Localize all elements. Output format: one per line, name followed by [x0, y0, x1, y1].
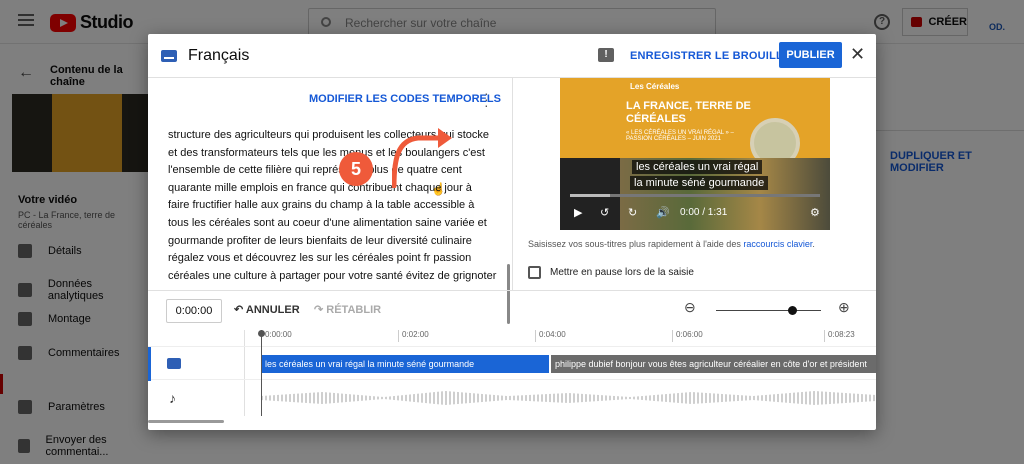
subtitle-segment[interactable]: philippe dubief bonjour vous êtes agricu… [551, 355, 876, 373]
play-icon[interactable]: ▶ [574, 206, 582, 219]
dialog-title: Français [188, 47, 250, 64]
video-time: 0:00 / 1:31 [680, 207, 728, 218]
redo-label: RÉTABLIR [326, 304, 382, 316]
shortcuts-link[interactable]: raccourcis clavier [743, 239, 812, 249]
video-progress-bar[interactable] [570, 194, 820, 197]
ruler-tick: 0:06:00 [672, 330, 703, 342]
transcript-line: gourmande profiter de leurs bienfaits de… [168, 234, 472, 247]
pointer-arrow [392, 128, 452, 188]
panel-divider [512, 78, 513, 290]
audio-waveform [261, 391, 876, 405]
zoom-in-icon[interactable]: ⊕ [838, 299, 850, 316]
more-options-icon[interactable]: · · · [484, 86, 489, 112]
undo-icon: ↶ [234, 304, 246, 316]
ruler-tick: 0:00:00 [261, 330, 292, 342]
dialog-header: Français ! ENREGISTRER LE BROUILLON PUBL… [148, 34, 876, 78]
pause-while-typing-checkbox[interactable] [528, 266, 541, 279]
subtitle-editor-dialog: Français ! ENREGISTRER LE BROUILLON PUBL… [148, 34, 876, 430]
ruler-tick: 0:08:23 [824, 330, 855, 342]
transcript-panel: MODIFIER LES CODES TEMPORELS ··· , ☝ str… [148, 78, 512, 324]
rewind-icon[interactable]: ↺ [600, 206, 609, 219]
timecode-input[interactable]: 0:00:00 [166, 299, 222, 323]
music-note-icon: ♪ [169, 390, 176, 406]
subtitle-track: les céréales un vrai régal la minute sén… [148, 346, 876, 381]
volume-icon[interactable]: 🔊 [656, 206, 670, 219]
shortcut-hint: Saisissez vos sous-titres plus rapidemen… [528, 239, 815, 249]
step-badge: 5 [339, 152, 373, 186]
pause-while-typing-label: Mettre en pause lors de la saisie [550, 267, 694, 278]
playhead[interactable] [258, 330, 265, 416]
zoom-slider[interactable] [716, 310, 821, 311]
horizontal-scrollbar[interactable] [148, 420, 224, 423]
audio-track: ♪ [148, 380, 876, 416]
transcript-line: faire fructifier halle aux grains du cha… [168, 199, 475, 212]
edit-timestamps-button[interactable]: MODIFIER LES CODES TEMPORELS [309, 93, 501, 105]
publish-button[interactable]: PUBLIER [779, 42, 842, 68]
redo-icon: ↷ [314, 304, 327, 316]
subtitle-segment[interactable]: les céréales un vrai régal la minute sén… [261, 355, 549, 373]
subtitles-icon [161, 50, 177, 62]
zoom-out-icon[interactable]: ⊖ [684, 299, 696, 316]
video-headline: LA FRANCE, TERRE DE CÉRÉALES [626, 100, 751, 125]
transcript-line: tous les céréales sont au coeur d'une al… [168, 216, 487, 229]
transcript-line: régalez vous et découvrez les sur les cé… [168, 252, 472, 265]
redo-button[interactable]: ↷ RÉTABLIR [314, 303, 381, 316]
forward-icon[interactable]: ↻ [628, 206, 637, 219]
video-brand: Les Céréales [630, 82, 680, 91]
video-preview[interactable]: Les Céréales LA FRANCE, TERRE DE CÉRÉALE… [560, 78, 830, 230]
caption-line-2: la minute séné gourmande [630, 176, 769, 190]
shortcut-end: . [812, 239, 815, 249]
settings-gear-icon[interactable]: ⚙ [810, 206, 820, 219]
save-draft-button[interactable]: ENREGISTRER LE BROUILLON [630, 50, 800, 62]
shortcut-text: Saisissez vos sous-titres plus rapidemen… [528, 239, 744, 249]
track-active-indicator [148, 347, 151, 381]
transcript-line: céréales une culture à partager pour vot… [168, 269, 497, 282]
undo-label: ANNULER [245, 304, 300, 316]
feedback-icon[interactable]: ! [598, 48, 614, 62]
undo-button[interactable]: ↶ ANNULER [234, 303, 300, 316]
zoom-slider-handle[interactable] [788, 306, 797, 315]
caption-line-1: les céréales un vrai régal [632, 160, 763, 174]
subtitles-track-icon [167, 358, 181, 369]
timeline-toolbar: 0:00:00 ↶ ANNULER ↷ RÉTABLIR ⊖ ⊕ [148, 290, 876, 330]
ruler-tick: 0:02:00 [398, 330, 429, 342]
ruler-tick: 0:04:00 [535, 330, 566, 342]
close-icon[interactable]: ✕ [850, 44, 865, 65]
video-subtext: « LES CÉRÉALES UN VRAI RÉGAL » – PASSION… [626, 130, 734, 142]
